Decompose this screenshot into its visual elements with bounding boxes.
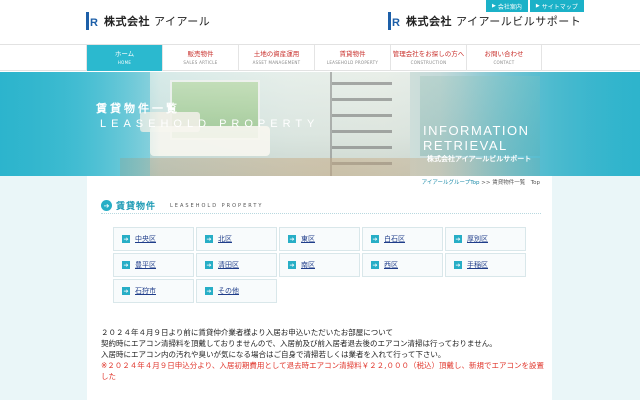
sitemap-link[interactable]: ▶ サイトマップ [529,0,584,12]
arrow-right-icon: ➔ [122,287,130,295]
arrow-right-icon: ➔ [205,235,213,243]
site-header: R 株式会社 アイアール R 株式会社 アイアールビルサポート ▶ 会社案内 ▶ サイト… [0,0,640,44]
banner-title: 賃貸物件一覧 [96,102,180,115]
district-link-chuo[interactable]: ➔ 中央区 [113,227,194,251]
breadcrumb: アイアールグループTop >> 賃貸物件一覧 Top [421,180,540,186]
district-link-kiyota[interactable]: ➔ 清田区 [196,253,277,277]
logo-company-type: 株式会社 [406,15,452,28]
arrow-right-icon: ➔ [454,235,462,243]
hero-banner: 賃貸物件一覧 LEASEHOLD PROPERTY INFORMATION RE… [0,72,640,176]
logo-company-name: アイアール [154,15,211,28]
arrow-right-icon: ➔ [288,261,296,269]
nav-item-contact[interactable]: お問い合わせ CONTACT [466,45,542,71]
district-link-teine[interactable]: ➔ 手稲区 [445,253,526,277]
logo-company-type: 株式会社 [104,15,150,28]
district-link-other[interactable]: ➔ その他 [196,279,277,303]
banner-subtitle: LEASEHOLD PROPERTY [100,118,320,130]
breadcrumb-link-top[interactable]: アイアールグループTop [422,180,480,186]
global-nav: ホーム HOME 販売物件 SALES ARTICLE 土地の資産運用 ASSET M… [0,44,640,71]
logo-company-name: アイアールビルサポート [456,15,582,28]
company-info-link[interactable]: ▶ 会社案内 [486,0,528,12]
arrow-right-icon: ➔ [371,261,379,269]
arrow-right-icon: ➔ [454,261,462,269]
banner-info-line1: INFORMATION [423,123,530,138]
triangle-right-icon: ▶ [492,3,496,9]
arrow-right-icon: ➔ [205,287,213,295]
section-title: 賃貸物件 [116,202,157,212]
nav-item-asset-management[interactable]: 土地の資産運用 ASSET MANAGEMENT [238,45,314,71]
district-link-higashi[interactable]: ➔ 東区 [279,227,360,251]
nav-item-construction[interactable]: 管理会社をお探しの方へ CONSTRUCTION [390,45,466,71]
banner-company-name: 株式会社アイアールビルサポート [427,155,532,163]
district-link-shiroishi[interactable]: ➔ 白石区 [362,227,443,251]
nav-item-leasehold-property[interactable]: 賃貸物件 LEASEHOLD PROPERTY [314,45,390,71]
nav-item-home[interactable]: ホーム HOME [86,45,162,71]
district-link-kita[interactable]: ➔ 北区 [196,227,277,251]
arrow-right-icon: ➔ [122,261,130,269]
banner-sofa-image [150,126,270,156]
notice-warning-line: ※２０２４年４月９日申込分より、入居初期費用として退去時エアコン清掃料￥２２,０… [101,361,544,381]
district-link-atsubetsu[interactable]: ➔ 厚別区 [445,227,526,251]
district-link-ishikari[interactable]: ➔ 石狩市 [113,279,194,303]
district-link-minami[interactable]: ➔ 南区 [279,253,360,277]
triangle-right-icon: ▶ [535,3,540,9]
nav-item-sales-article[interactable]: 販売物件 SALES ARTICLE [162,45,238,71]
section-subtitle: LEASEHOLD PROPERTY [170,202,264,209]
company-logo-ir-build-support[interactable]: R 株式会社 アイアールビルサポート [388,12,581,30]
notice-line: 入居時にエアコン内の汚れや臭いが気になる場合はご自身で清掃若しくは業者を入れて行… [101,350,446,359]
arrow-right-icon: ➔ [288,235,296,243]
main-content: アイアールグループTop >> 賃貸物件一覧 Top ➔ 賃貸物件 LEASEH… [87,176,552,400]
district-link-nishi[interactable]: ➔ 西区 [362,253,443,277]
arrow-right-circle-icon: ➔ [101,200,112,211]
company-logo-ir[interactable]: R 株式会社 アイアール [86,12,210,30]
section-heading: ➔ 賃貸物件 LEASEHOLD PROPERTY [101,198,541,214]
arrow-right-icon: ➔ [205,261,213,269]
ir-logo-icon: R [388,12,400,30]
breadcrumb-current: 賃貸物件一覧 Top [492,180,540,186]
district-link-toyohira[interactable]: ➔ 豊平区 [113,253,194,277]
top-utility-links: ▶ 会社案内 ▶ サイトマップ [486,0,586,12]
arrow-right-icon: ➔ [122,235,130,243]
notice-line: ２０２４年４月９日より前に賃貸仲介業者様より入居お申込いただいたお部屋について [101,328,393,337]
arrow-right-icon: ➔ [371,235,379,243]
aircon-cleaning-notice: ２０２４年４月９日より前に賃貸仲介業者様より入居お申込いただいたお部屋について … [101,327,546,382]
banner-info-line2: RETRIEVAL [423,138,508,153]
notice-line: 契約時にエアコン清掃料を頂戴しておりませんので、入居前及び前入居者退去後のエアコ… [101,339,497,348]
district-grid: ➔ 中央区 ➔ 北区 ➔ 東区 ➔ 白石区 ➔ 厚別区 ➔ 豊平区 ➔ 清田区 ➔ 南区 ➔ 西区… [113,227,526,305]
ir-logo-icon: R [86,12,98,30]
